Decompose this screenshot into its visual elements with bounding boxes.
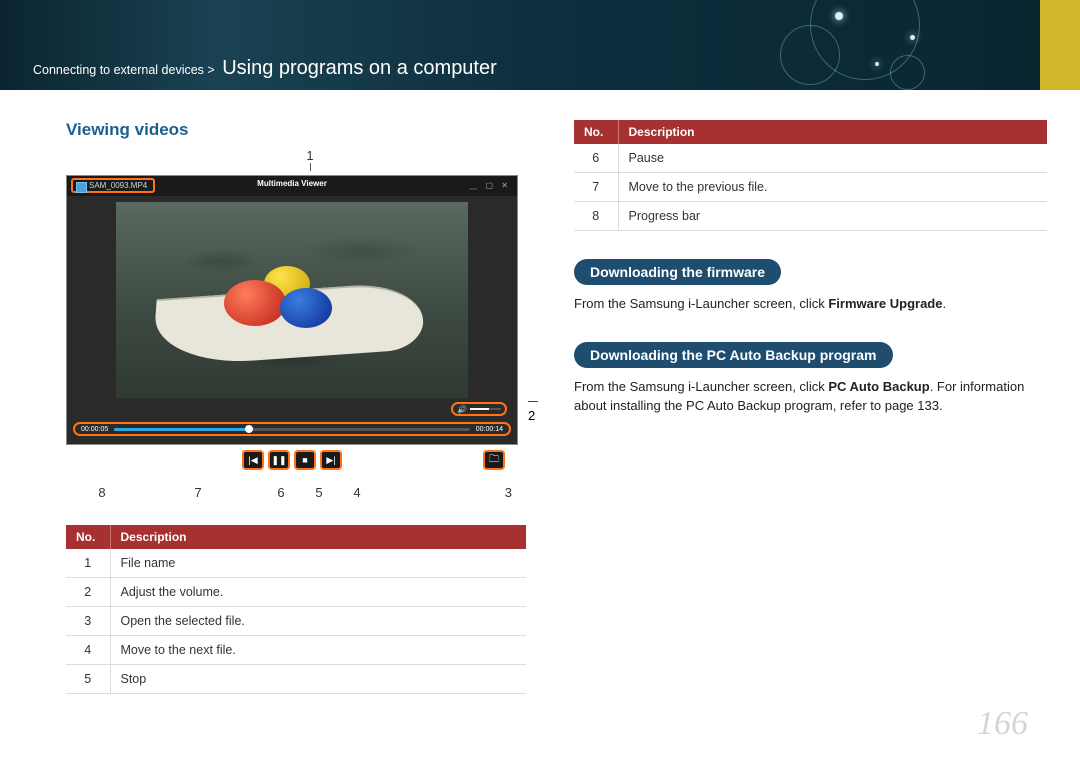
callout-2: 2: [528, 393, 542, 423]
player-title: Multimedia Viewer: [257, 179, 327, 188]
callout-4: 4: [338, 485, 376, 500]
page-header: Connecting to external devices > Using p…: [0, 0, 1080, 90]
left-column: Viewing videos 1 SAM_0093.MP4 Multimedia…: [66, 120, 526, 694]
callout-2-number: 2: [528, 408, 535, 423]
callout-5: 5: [300, 485, 338, 500]
boat-illustration: [154, 262, 424, 362]
page-number: 166: [977, 705, 1028, 743]
table-row: 1File name: [66, 549, 526, 578]
callout-7: 7: [134, 485, 262, 500]
autobackup-text: From the Samsung i-Launcher screen, clic…: [574, 378, 1047, 416]
firmware-text: From the Samsung i-Launcher screen, clic…: [574, 295, 1047, 314]
window-controls[interactable]: ⸏ ▢ ✕: [469, 180, 511, 191]
description-table-left: No. Description 1File name 2Adjust the v…: [66, 525, 526, 694]
callout-1: 1: [94, 148, 526, 171]
table-row: 6Pause: [574, 144, 1047, 173]
side-tab: [1040, 0, 1080, 90]
pill-firmware: Downloading the firmware: [574, 259, 781, 285]
th-desc: Description: [618, 120, 1047, 144]
th-desc: Description: [110, 525, 526, 549]
multimedia-viewer-window: SAM_0093.MP4 Multimedia Viewer ⸏ ▢ ✕ 🔊: [66, 175, 518, 445]
stop-button[interactable]: ■: [294, 450, 316, 470]
th-no: No.: [574, 120, 618, 144]
table-row: 3Open the selected file.: [66, 607, 526, 636]
callout-3: 3: [376, 485, 522, 500]
progress-bar[interactable]: 00:00:05 00:00:14: [73, 422, 511, 436]
pill-autobackup: Downloading the PC Auto Backup program: [574, 342, 893, 368]
table-row: 2Adjust the volume.: [66, 578, 526, 607]
table-row: 5Stop: [66, 665, 526, 694]
header-decoration: [780, 0, 960, 90]
filename-box[interactable]: SAM_0093.MP4: [71, 178, 155, 193]
right-column: No. Description 6Pause 7Move to the prev…: [574, 120, 1047, 694]
breadcrumb: Connecting to external devices > Using p…: [33, 57, 497, 80]
player-titlebar: SAM_0093.MP4 Multimedia Viewer ⸏ ▢ ✕: [67, 176, 517, 196]
table-row: 8Progress bar: [574, 202, 1047, 231]
volume-control[interactable]: 🔊: [451, 402, 507, 416]
time-current: 00:00:05: [81, 426, 108, 433]
speaker-icon: 🔊: [457, 405, 467, 414]
section-title-viewing-videos: Viewing videos: [66, 120, 526, 140]
open-file-button[interactable]: 🗀: [483, 450, 505, 470]
table-row: 4Move to the next file.: [66, 636, 526, 665]
description-table-right: No. Description 6Pause 7Move to the prev…: [574, 120, 1047, 231]
video-area: [116, 202, 468, 398]
pause-button[interactable]: ❚❚: [268, 450, 290, 470]
next-button[interactable]: ▶|: [320, 450, 342, 470]
breadcrumb-prefix: Connecting to external devices >: [33, 63, 215, 77]
content: Viewing videos 1 SAM_0093.MP4 Multimedia…: [0, 90, 1080, 694]
th-no: No.: [66, 525, 110, 549]
callouts-below: 8 7 6 5 4 3: [66, 485, 526, 500]
callout-1-number: 1: [306, 148, 313, 163]
table-row: 7Move to the previous file.: [574, 173, 1047, 202]
breadcrumb-main: Using programs on a computer: [222, 57, 497, 79]
prev-button[interactable]: |◀: [242, 450, 264, 470]
time-total: 00:00:14: [476, 426, 503, 433]
callout-6: 6: [262, 485, 300, 500]
callout-8: 8: [70, 485, 134, 500]
